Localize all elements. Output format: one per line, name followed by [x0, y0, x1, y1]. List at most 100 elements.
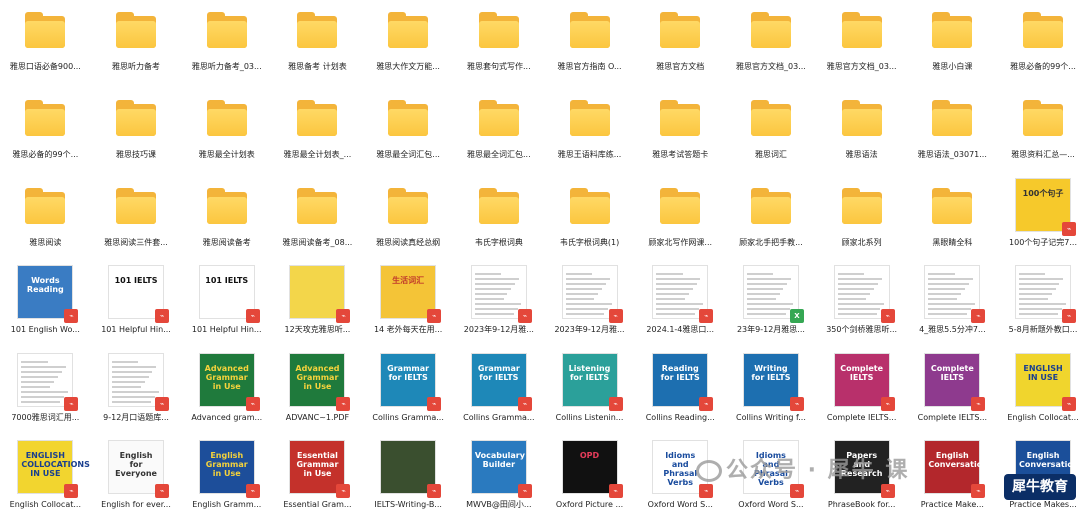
folder-item[interactable]: 雅思最全计划表_... — [272, 88, 363, 176]
file-row: 雅思必备的99个... 雅思技巧课 雅思最全计划表 雅思最全计划表_... 雅思最全词汇… — [0, 88, 1080, 176]
folder-item[interactable]: 雅思官方文档_03... — [816, 0, 907, 88]
folder-item[interactable]: 雅思阅读 — [0, 176, 91, 264]
file-item[interactable]: English Conversation ⌁ Practice Make... — [907, 438, 998, 526]
file-item[interactable]: Words Reading ⌁ 101 English Wo... — [0, 263, 91, 351]
cover-title: Essential Grammar in Use — [296, 451, 339, 478]
file-name-label: 101 Helpful Hin... — [191, 325, 262, 334]
folder-item[interactable]: 韦氏字根词典(1) — [544, 176, 635, 264]
folder-item[interactable]: 雅思阅读备考 — [181, 176, 272, 264]
folder-item[interactable]: 雅思大作文万能... — [363, 0, 454, 88]
file-name-label: English Collocat... — [9, 500, 81, 509]
cover-title: English for Everyone — [115, 451, 157, 478]
cover-title: English Conversation — [1019, 451, 1079, 469]
file-item[interactable]: 100个句子 ⌁ 100个句子记完7... — [998, 176, 1080, 264]
file-item[interactable]: ⌁ 9-12月口语题库... — [91, 351, 182, 439]
file-item[interactable]: ⌁ 12天攻克雅思听... — [272, 263, 363, 351]
folder-icon — [840, 186, 884, 226]
file-thumbnail: 101 IELTS ⌁ — [108, 265, 170, 323]
folder-item[interactable]: 雅思语法_03071... — [907, 88, 998, 176]
file-item[interactable]: ENGLISH COLLOCATIONS IN USE ⌁ English Coll… — [0, 438, 91, 526]
file-item[interactable]: Complete IELTS ⌁ Complete IELTS... — [907, 351, 998, 439]
file-row: ⌁ 7000雅思词汇用... ⌁ 9-12月口语题库... Advanced Gramm… — [0, 351, 1080, 439]
folder-item[interactable]: 雅思最全词汇包... — [454, 88, 545, 176]
file-item[interactable]: Vocabulary Builder ⌁ MWVB@田间小... — [454, 438, 545, 526]
file-item[interactable]: 生活词汇 ⌁ 14 老外每天在用... — [363, 263, 454, 351]
file-name-label: 雅思技巧课 — [116, 150, 157, 159]
folder-icon — [658, 186, 702, 226]
file-thumbnail: English Grammar in Use ⌁ — [198, 440, 260, 498]
file-item[interactable]: Complete IELTS ⌁ Complete IELTS... — [816, 351, 907, 439]
folder-item[interactable]: 雅思官方文档 — [635, 0, 726, 88]
folder-item[interactable]: 雅思官方文档_03... — [726, 0, 817, 88]
cover-title: Listening for IELTS — [568, 364, 611, 382]
folder-item[interactable]: 雅思阅读备考_08... — [272, 176, 363, 264]
file-name-label: 4_雅思5.5分冲7... — [919, 325, 986, 334]
folder-icon — [23, 98, 67, 138]
file-item[interactable]: ⌁ 2023年9-12月雅... — [544, 263, 635, 351]
folder-item[interactable]: 雅思阅读真经总纲 — [363, 176, 454, 264]
folder-item[interactable]: 雅思必备的99个... — [998, 0, 1080, 88]
file-item[interactable]: Advanced Grammar in Use ⌁ Advanced gram... — [181, 351, 272, 439]
folder-item[interactable]: 黑眼睛全科 — [907, 176, 998, 264]
folder-item[interactable]: 雅思小白课 — [907, 0, 998, 88]
folder-item[interactable]: 雅思考试答题卡 — [635, 88, 726, 176]
file-item[interactable]: ⌁ IELTS-Writing-B... — [363, 438, 454, 526]
pdf-badge-icon: ⌁ — [608, 397, 623, 411]
folder-item[interactable]: 雅思必备的99个... — [0, 88, 91, 176]
folder-icon — [658, 98, 702, 138]
folder-item[interactable]: 雅思听力备考 — [91, 0, 182, 88]
folder-item[interactable]: 顾家北写作网课... — [635, 176, 726, 264]
file-name-label: 14 老外每天在用... — [373, 325, 443, 334]
folder-item[interactable]: 雅思备考 计划表 — [272, 0, 363, 88]
pdf-badge-icon: ⌁ — [1062, 222, 1077, 236]
file-item[interactable]: ENGLISH IN USE ⌁ English Collocat... — [998, 351, 1080, 439]
folder-item[interactable]: 雅思阅读三件套... — [91, 176, 182, 264]
folder-item[interactable]: 雅思王语料库练... — [544, 88, 635, 176]
folder-item[interactable]: 顾家北系列 — [816, 176, 907, 264]
file-item[interactable]: 101 IELTS ⌁ 101 Helpful Hin... — [181, 263, 272, 351]
file-name-label: 雅思套句式写作... — [467, 62, 531, 71]
file-name-label: 雅思最全词汇包... — [467, 150, 531, 159]
folder-item[interactable]: 雅思资料汇总—... — [998, 88, 1080, 176]
folder-icon — [749, 10, 793, 50]
file-name-label: Collins Writing f... — [735, 413, 806, 422]
file-item[interactable]: English Grammar in Use ⌁ English Gramm... — [181, 438, 272, 526]
folder-item[interactable]: 雅思最全词汇包... — [363, 88, 454, 176]
folder-item[interactable]: 雅思听力备考_03... — [181, 0, 272, 88]
file-item[interactable]: Grammar for IELTS ⌁ Collins Gramma... — [454, 351, 545, 439]
folder-item[interactable]: 顾家北手把手教... — [726, 176, 817, 264]
file-name-label: 雅思口语必备900... — [9, 62, 81, 71]
file-item[interactable]: ⌁ 4_雅思5.5分冲7... — [907, 263, 998, 351]
folder-item[interactable]: 雅思最全计划表 — [181, 88, 272, 176]
folder-item[interactable]: 雅思套句式写作... — [454, 0, 545, 88]
file-item[interactable]: Writing for IELTS ⌁ Collins Writing f... — [726, 351, 817, 439]
file-item[interactable]: Reading for IELTS ⌁ Collins Reading... — [635, 351, 726, 439]
file-item[interactable]: ⌁ 5-8月新题外教口... — [998, 263, 1080, 351]
pdf-badge-icon: ⌁ — [608, 309, 623, 323]
pdf-badge-icon: ⌁ — [789, 397, 804, 411]
file-item[interactable]: 101 IELTS ⌁ 101 Helpful Hin... — [91, 263, 182, 351]
file-item[interactable]: English for Everyone ⌁ English for ever... — [91, 438, 182, 526]
cover-title: OPD — [579, 451, 600, 460]
file-item[interactable]: ⌁ 2024.1-4雅思口... — [635, 263, 726, 351]
folder-item[interactable]: 雅思官方指南 O... — [544, 0, 635, 88]
file-item[interactable]: Listening for IELTS ⌁ Collins Listenin... — [544, 351, 635, 439]
folder-item[interactable]: 雅思口语必备900... — [0, 0, 91, 88]
file-name-label: 雅思大作文万能... — [376, 62, 440, 71]
folder-item[interactable]: 雅思技巧课 — [91, 88, 182, 176]
cover-title: Complete IELTS — [930, 364, 974, 382]
file-row: Words Reading ⌁ 101 English Wo... 101 IELTS… — [0, 263, 1080, 351]
folder-item[interactable]: 韦氏字根词典 — [454, 176, 545, 264]
file-item[interactable]: ⌁ 7000雅思词汇用... — [0, 351, 91, 439]
file-item[interactable]: ⌁ 2023年9-12月雅... — [454, 263, 545, 351]
file-item[interactable]: ⌁ 350个剑桥雅思听... — [816, 263, 907, 351]
file-item[interactable]: X 23年9-12月雅思... — [726, 263, 817, 351]
folder-item[interactable]: 雅思词汇 — [726, 88, 817, 176]
folder-item[interactable]: 雅思语法 — [816, 88, 907, 176]
folder-icon — [114, 98, 158, 138]
folder-icon — [1021, 10, 1065, 50]
file-item[interactable]: Essential Grammar in Use ⌁ Essential Gram.… — [272, 438, 363, 526]
file-item[interactable]: Grammar for IELTS ⌁ Collins Gramma... — [363, 351, 454, 439]
file-item[interactable]: OPD ⌁ Oxford Picture ... — [544, 438, 635, 526]
file-item[interactable]: Advanced Grammar in Use ⌁ ADVANC~1.PDF — [272, 351, 363, 439]
